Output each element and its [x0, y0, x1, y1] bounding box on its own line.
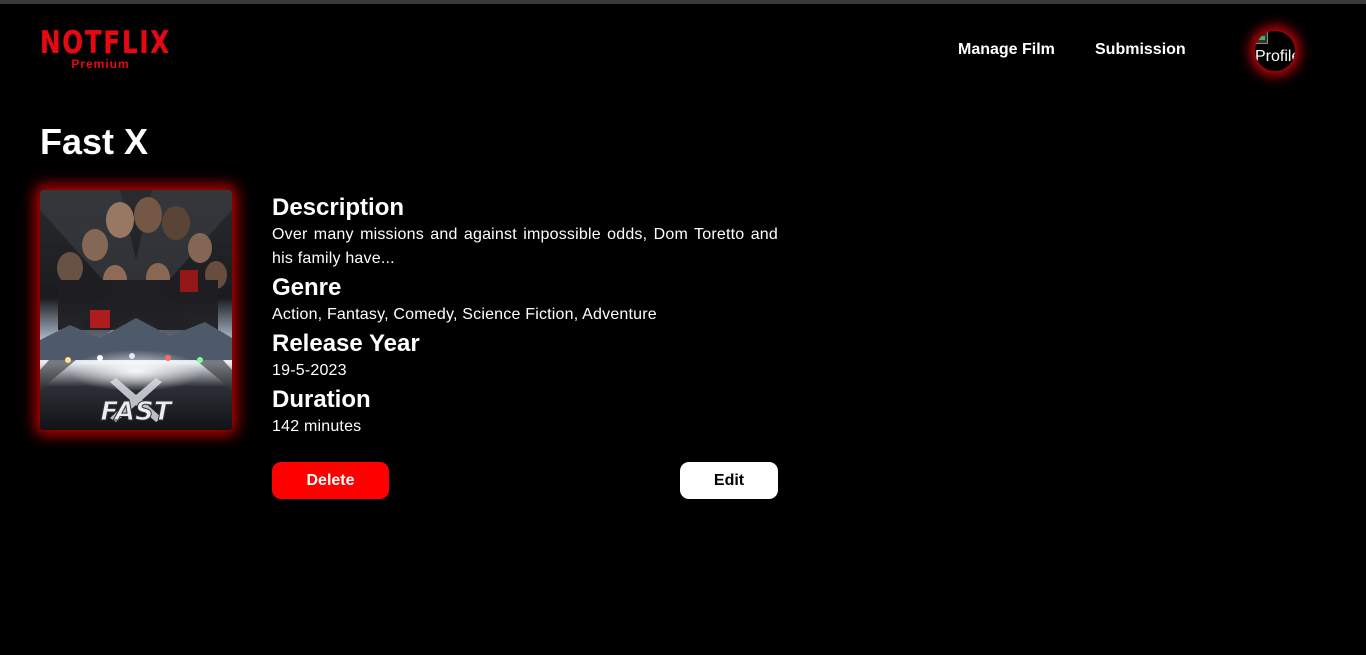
- page-title: Fast X: [40, 121, 149, 162]
- delete-button[interactable]: Delete: [272, 462, 389, 499]
- profile-avatar[interactable]: Profile: [1255, 31, 1295, 71]
- release-year-text: 19-5-2023: [272, 362, 347, 379]
- film-poster: FAST: [40, 190, 232, 430]
- duration-heading: Duration: [272, 386, 371, 413]
- profile-alt-text: Profile: [1255, 48, 1295, 65]
- description-text: Over many missions and against impossibl…: [272, 226, 778, 267]
- description-heading: Description: [272, 194, 405, 221]
- duration-text: 142 minutes: [272, 418, 362, 435]
- release-year-heading: Release Year: [272, 330, 420, 357]
- logo-subtitle: Premium: [71, 57, 130, 71]
- window-top-border: [0, 0, 1366, 4]
- edit-button[interactable]: Edit: [680, 462, 778, 499]
- brand-logo[interactable]: NOTFLIX Premium: [40, 25, 171, 72]
- genre-text: Action, Fantasy, Comedy, Science Fiction…: [272, 306, 657, 323]
- poster-title-text: FAST: [101, 397, 174, 427]
- film-details: Description Over many missions and again…: [272, 193, 778, 441]
- logo-wordmark: NOTFLIX: [40, 25, 171, 61]
- nav-submission[interactable]: Submission: [1095, 41, 1186, 59]
- genre-heading: Genre: [272, 274, 342, 301]
- poster-artwork: FAST: [40, 190, 232, 430]
- broken-image-icon: [1256, 32, 1268, 44]
- nav-manage-film[interactable]: Manage Film: [958, 41, 1055, 59]
